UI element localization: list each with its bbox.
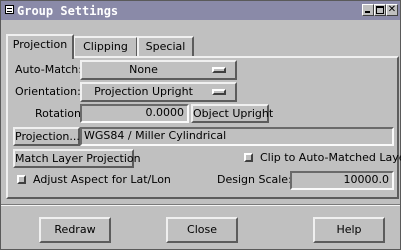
separator (1, 204, 400, 206)
orientation-value: Projection Upright (94, 85, 193, 98)
tab-clipping[interactable]: Clipping (73, 36, 138, 58)
adjust-aspect-label: Adjust Aspect for Lat/Lon (33, 173, 171, 186)
design-scale-label: Design Scale: (217, 173, 292, 186)
design-scale-value: 10000.0 (343, 173, 390, 186)
tab-special[interactable]: Special (137, 36, 194, 58)
window-menu-icon[interactable] (5, 5, 14, 14)
maximize-button[interactable] (374, 4, 386, 16)
tab-projection[interactable]: Projection (6, 34, 74, 59)
rotation-input[interactable]: 0.0000 (80, 104, 189, 123)
help-button[interactable]: Help (313, 217, 385, 243)
close-window-button[interactable]: ✕ (386, 4, 398, 16)
clip-checkbox[interactable] (244, 153, 253, 162)
match-layer-projection-label: Match Layer Projection (15, 152, 141, 165)
rotation-label: Rotation: (35, 107, 85, 120)
projection-field[interactable]: WGS84 / Miller Cylindrical (80, 127, 394, 146)
design-scale-input[interactable]: 10000.0 (290, 171, 394, 190)
rotation-value: 0.0000 (145, 106, 185, 119)
tab-clipping-label: Clipping (83, 40, 128, 53)
dropdown-indicator-icon (212, 67, 226, 73)
auto-match-value: None (129, 63, 158, 76)
auto-match-dropdown[interactable]: None (80, 60, 237, 80)
orientation-label: Orientation: (15, 85, 81, 98)
clip-label: Clip to Auto-Matched Layer (260, 151, 401, 164)
redraw-label: Redraw (54, 223, 96, 236)
close-icon: ✕ (387, 4, 397, 15)
title-bar: Group Settings ✕ (1, 1, 400, 20)
adjust-aspect-checkbox[interactable] (17, 175, 26, 184)
maximize-icon (376, 6, 384, 14)
projection-button[interactable]: Projection... (13, 127, 80, 146)
group-settings-window: Group Settings ✕ Projection Clipping Spe… (0, 0, 401, 250)
minimize-icon (365, 11, 370, 13)
close-label: Close (187, 223, 217, 236)
projection-value: WGS84 / Miller Cylindrical (84, 129, 227, 142)
dropdown-indicator-icon (212, 89, 226, 95)
object-upright-label: Object Upright (193, 107, 274, 120)
minimize-button[interactable] (362, 4, 374, 16)
projection-button-label: Projection... (15, 130, 80, 143)
help-label: Help (336, 223, 362, 236)
auto-match-label: Auto-Match: (15, 63, 82, 76)
tab-projection-label: Projection (12, 38, 68, 51)
close-button[interactable]: Close (166, 217, 238, 243)
match-layer-projection-button[interactable]: Match Layer Projection (13, 149, 141, 168)
orientation-dropdown[interactable]: Projection Upright (80, 82, 237, 102)
tab-special-label: Special (145, 40, 186, 53)
redraw-button[interactable]: Redraw (39, 217, 111, 243)
object-upright-button[interactable]: Object Upright (191, 104, 273, 123)
window-title: Group Settings (17, 4, 119, 18)
projection-panel: Auto-Match: None Orientation: Projection… (6, 56, 401, 199)
